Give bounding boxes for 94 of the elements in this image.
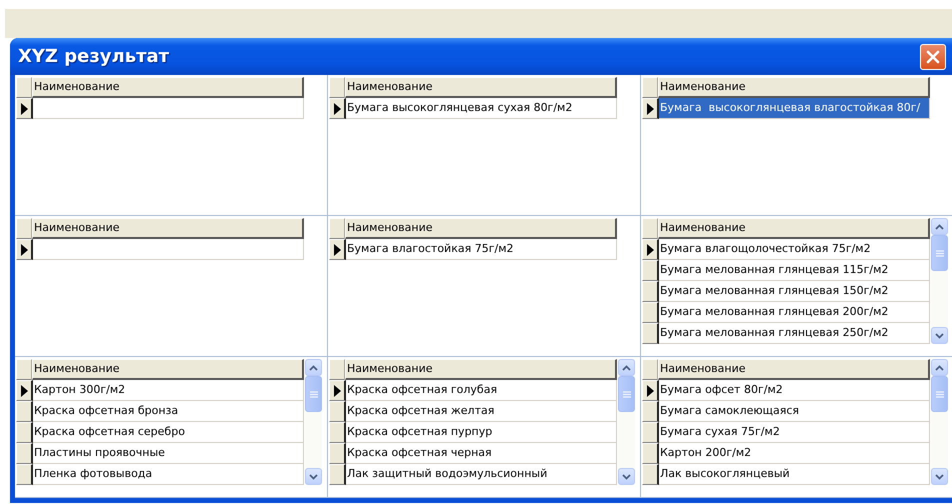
grip-icon — [936, 250, 944, 256]
row-selector[interactable] — [16, 98, 33, 119]
scroll-up-button[interactable] — [618, 359, 635, 376]
row-selector[interactable] — [642, 98, 659, 119]
column-header[interactable]: Наименование — [658, 359, 930, 380]
scrollbar[interactable] — [618, 359, 635, 485]
column-header[interactable]: Наименование — [345, 218, 617, 239]
row-selector[interactable] — [642, 260, 659, 281]
row-selector[interactable] — [642, 464, 659, 485]
row-selector[interactable] — [16, 380, 33, 401]
table-cell[interactable]: Краска офсетная желтая — [346, 401, 617, 422]
row-selector[interactable] — [642, 281, 659, 302]
table-cell[interactable]: Краска офсетная голубая — [346, 380, 617, 401]
table-cell[interactable]: Картон 200г/м2 — [659, 443, 930, 464]
chevron-down-icon — [935, 474, 944, 480]
row-selector[interactable] — [329, 443, 346, 464]
row-selector[interactable] — [642, 380, 659, 401]
row-selector[interactable] — [16, 464, 33, 485]
chevron-up-icon — [309, 364, 318, 370]
column-header[interactable]: Наименование — [32, 218, 304, 239]
table-cell[interactable]: Пленка фотовывода — [33, 464, 304, 485]
chevron-up-icon — [935, 224, 944, 230]
row-selector[interactable] — [16, 239, 33, 260]
header-corner — [642, 218, 658, 239]
scroll-thumb[interactable] — [931, 235, 948, 271]
row-selector[interactable] — [16, 443, 33, 464]
table-cell[interactable]: Бумага самоклеющаяся — [659, 401, 930, 422]
header-corner — [329, 359, 345, 380]
row-selector[interactable] — [642, 401, 659, 422]
scroll-thumb[interactable] — [618, 376, 635, 412]
row-selector[interactable] — [329, 464, 346, 485]
table-cell[interactable]: Краска офсетная серебро — [33, 422, 304, 443]
table-cell[interactable]: Краска офсетная черная — [346, 443, 617, 464]
scroll-down-button[interactable] — [305, 468, 322, 485]
column-header[interactable]: Наименование — [345, 77, 617, 98]
table-cell[interactable]: Краска офсетная бронза — [33, 401, 304, 422]
table-cell[interactable]: Бумага мелованная глянцевая 200г/м2 — [659, 302, 930, 323]
table-cell[interactable]: Картон 300г/м2 — [33, 380, 304, 401]
column-header[interactable]: Наименование — [345, 359, 617, 380]
column-header[interactable]: Наименование — [658, 218, 930, 239]
column-header[interactable]: Наименование — [658, 77, 930, 98]
scroll-up-button[interactable] — [931, 359, 948, 376]
row-selector[interactable] — [642, 422, 659, 443]
scroll-thumb[interactable] — [305, 376, 322, 412]
table-cell[interactable]: Бумага офсет 80г/м2 — [659, 380, 930, 401]
header-corner — [642, 359, 658, 380]
window-title: XYZ результат — [18, 46, 170, 67]
chevron-up-icon — [622, 364, 631, 370]
grip-icon — [310, 390, 318, 398]
table-cell[interactable]: Лак защитный водоэмульсионный — [346, 464, 617, 485]
scrollbar[interactable] — [305, 359, 322, 485]
chevron-up-icon — [935, 364, 944, 370]
grip-icon — [936, 390, 944, 398]
scrollbar[interactable] — [931, 359, 948, 485]
row-selector[interactable] — [329, 239, 346, 260]
row-selector[interactable] — [329, 98, 346, 119]
table-cell[interactable]: Пластины проявочные — [33, 443, 304, 464]
table-cell[interactable]: Бумага мелованная глянцевая 150г/м2 — [659, 281, 930, 302]
scroll-down-button[interactable] — [931, 468, 948, 485]
column-header[interactable]: Наименование — [32, 359, 304, 380]
table-cell[interactable]: Бумага мелованная глянцевая 250г/м2 — [659, 323, 930, 344]
table-cell[interactable]: Бумага мелованная глянцевая 115г/м2 — [659, 260, 930, 281]
close-button[interactable] — [920, 44, 946, 70]
scroll-down-button[interactable] — [618, 468, 635, 485]
table-cell[interactable]: Бумага влагостойкая 75г/м2 — [346, 239, 617, 260]
chevron-down-icon — [622, 474, 631, 480]
scroll-down-button[interactable] — [931, 327, 948, 344]
row-selector[interactable] — [642, 443, 659, 464]
table-cell[interactable]: Бумага высокоглянцевая сухая 80г/м2 — [346, 98, 617, 119]
table-cell[interactable]: Бумага влагощолочестойкая 75г/м2 — [659, 239, 930, 260]
scroll-up-button[interactable] — [931, 218, 948, 235]
scroll-up-button[interactable] — [305, 359, 322, 376]
row-selector[interactable] — [16, 401, 33, 422]
grip-icon — [622, 390, 630, 398]
table-cell[interactable]: Лак высокоглянцевый — [659, 464, 930, 485]
chevron-down-icon — [935, 332, 944, 338]
row-selector[interactable] — [16, 422, 33, 443]
row-selector[interactable] — [329, 422, 346, 443]
close-icon — [926, 50, 940, 64]
row-selector[interactable] — [329, 380, 346, 401]
row-selector[interactable] — [642, 323, 659, 344]
row-selector[interactable] — [329, 401, 346, 422]
scroll-thumb[interactable] — [931, 376, 948, 412]
row-selector[interactable] — [642, 302, 659, 323]
row-selector[interactable] — [642, 239, 659, 260]
scrollbar[interactable] — [931, 218, 948, 344]
chevron-down-icon — [309, 474, 318, 480]
table-cell[interactable]: Бумага высокоглянцевая влагостойкая 80г/ — [659, 98, 930, 119]
table-cell[interactable] — [33, 239, 304, 260]
table-cell[interactable]: Краска офсетная пурпур — [346, 422, 617, 443]
column-header[interactable]: Наименование — [32, 77, 304, 98]
table-cell[interactable] — [33, 98, 304, 119]
table-cell[interactable]: Бумага сухая 75г/м2 — [659, 422, 930, 443]
header-corner — [329, 218, 345, 239]
